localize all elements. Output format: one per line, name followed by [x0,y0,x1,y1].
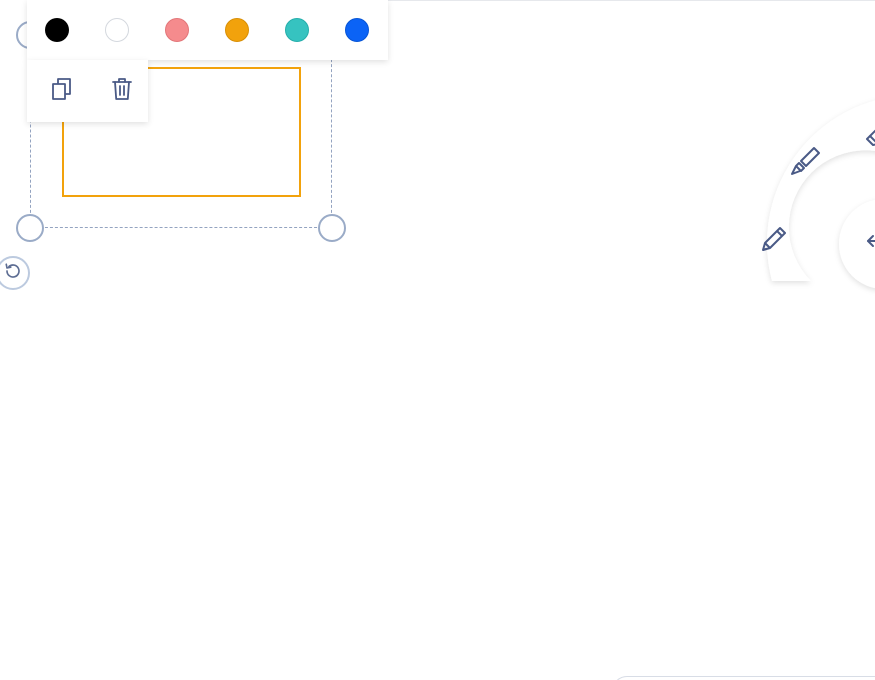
bottom-toolbar-edge [612,676,875,680]
eraser-tool-button[interactable] [857,115,875,159]
drawing-canvas[interactable] [0,0,875,680]
color-swatch-white[interactable] [105,18,129,42]
rotate-handle[interactable] [0,256,30,290]
rotate-icon [4,262,22,285]
top-divider [388,0,875,1]
back-button[interactable] [853,221,875,265]
resize-handle-bottom-left[interactable] [16,214,44,242]
duplicate-button[interactable] [42,71,82,111]
color-swatch-black[interactable] [45,18,69,42]
highlighter-tool-button[interactable] [784,141,828,185]
resize-handle-bottom-right[interactable] [318,214,346,242]
color-palette-toolbar [27,0,388,60]
arrow-left-icon [862,228,875,259]
pencil-tool-button[interactable] [752,219,796,263]
trash-icon [111,77,133,106]
radial-tool-menu [735,95,875,375]
color-swatch-pink[interactable] [165,18,189,42]
color-swatch-orange[interactable] [225,18,249,42]
copy-icon [51,77,73,106]
highlighter-icon [788,143,824,184]
delete-button[interactable] [102,71,142,111]
pencil-icon [757,222,791,261]
color-swatch-blue[interactable] [345,18,369,42]
color-swatch-teal[interactable] [285,18,309,42]
eraser-icon [862,118,875,157]
shape-action-toolbar [27,60,148,122]
